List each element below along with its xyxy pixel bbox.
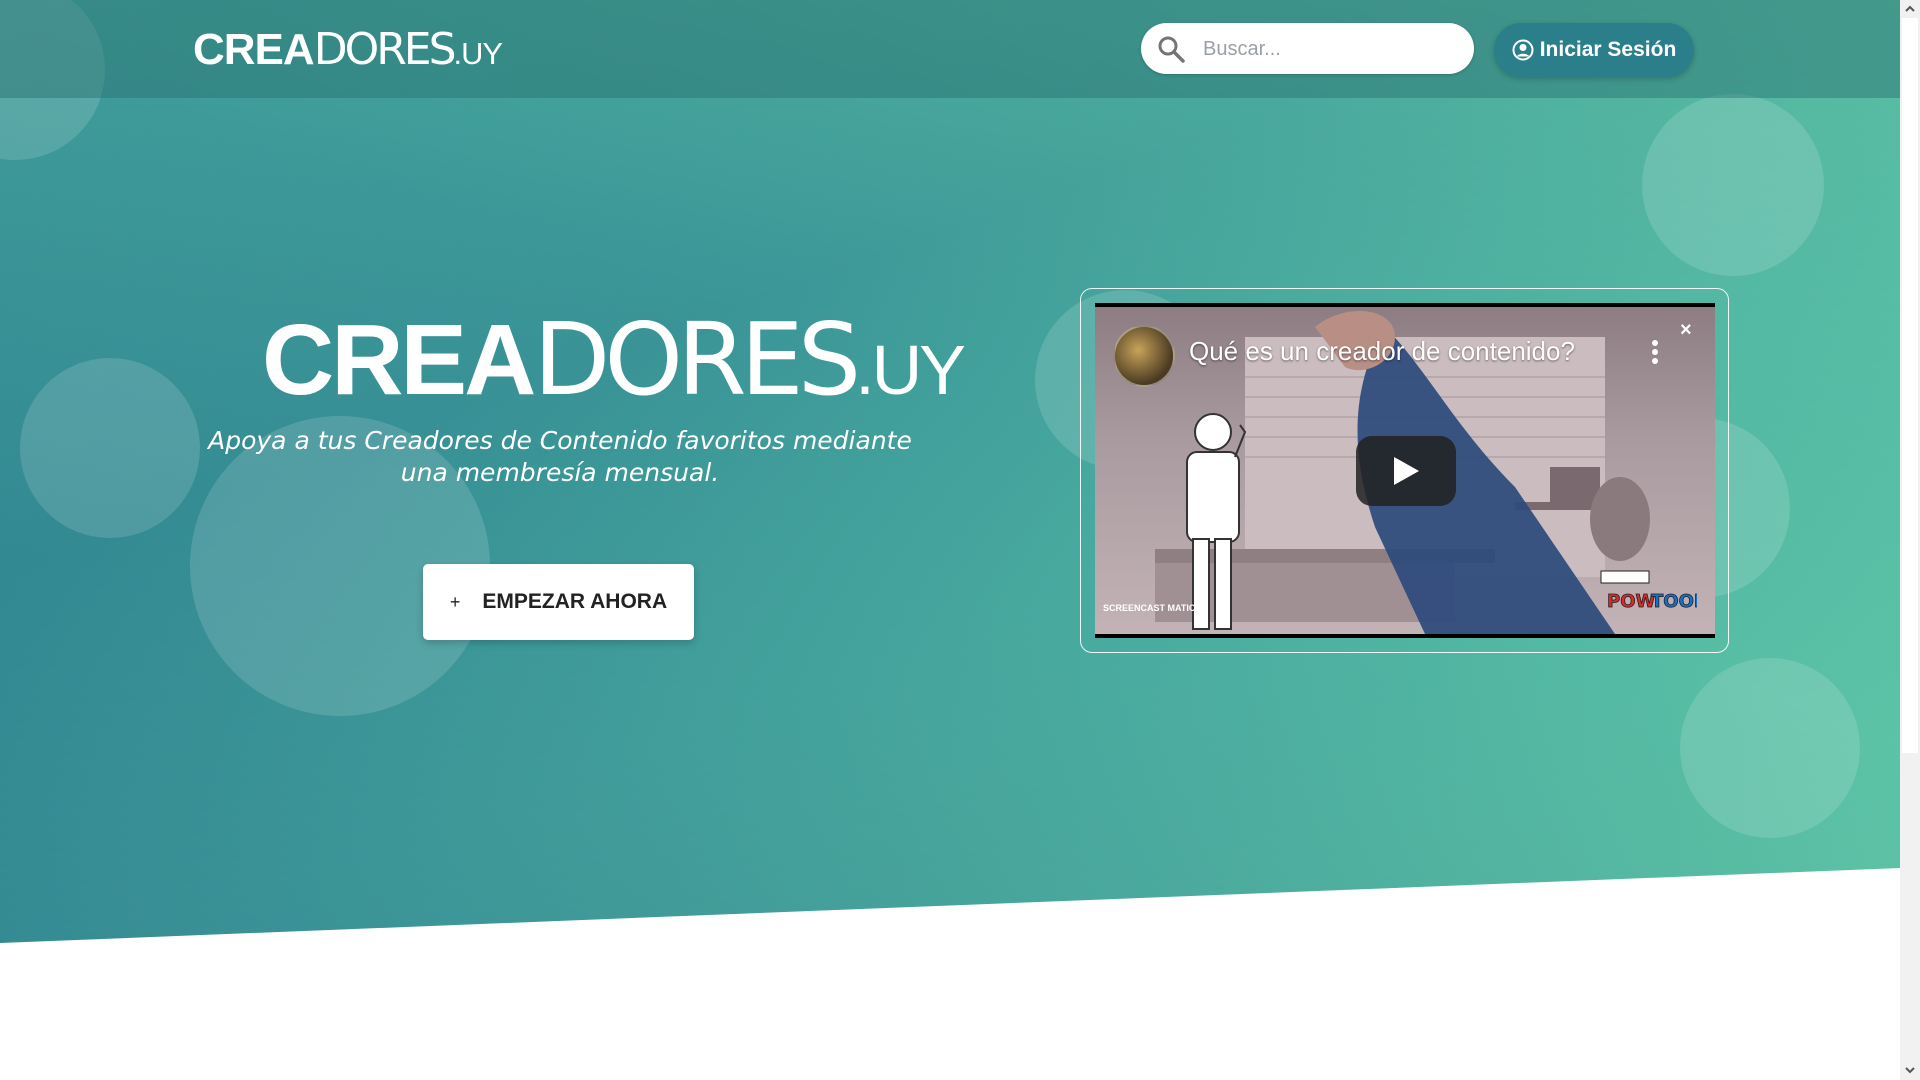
screencast-watermark: SCREENCAST MATIC xyxy=(1103,603,1196,613)
login-button[interactable]: Iniciar Sesión xyxy=(1494,23,1694,77)
scroll-down-icon[interactable] xyxy=(1904,1064,1916,1076)
top-navbar: CREADORES.UY Iniciar Sesión xyxy=(0,0,1900,98)
hero-tagline: Apoya a tus Creadores de Contenido favor… xyxy=(208,426,912,487)
plus-icon: + xyxy=(449,591,461,612)
start-now-button[interactable]: + EMPEZAR AHORA xyxy=(423,564,694,640)
more-options-icon[interactable] xyxy=(1650,339,1660,365)
video-player[interactable]: Qué es un creador de contenido? × SCREEN… xyxy=(1095,303,1715,638)
video-title[interactable]: Qué es un creador de contenido? xyxy=(1189,336,1575,367)
search-icon xyxy=(1158,36,1185,63)
user-circle-icon xyxy=(1512,39,1534,61)
svg-text:POW: POW xyxy=(1607,591,1655,612)
start-now-label: EMPEZAR AHORA xyxy=(482,590,668,613)
powtoon-logo: POW TOON xyxy=(1600,570,1697,612)
site-logo[interactable]: CREADORES.UY xyxy=(193,22,503,82)
page-scrollbar[interactable] xyxy=(1900,0,1920,1080)
login-button-label: Iniciar Sesión xyxy=(1539,38,1677,61)
channel-avatar[interactable] xyxy=(1113,325,1175,387)
close-icon[interactable]: × xyxy=(1680,319,1692,342)
search-input[interactable] xyxy=(1201,31,1465,67)
play-button[interactable] xyxy=(1356,436,1456,506)
play-icon xyxy=(1394,457,1419,485)
scroll-up-icon[interactable] xyxy=(1904,3,1916,15)
search-box[interactable] xyxy=(1141,23,1474,74)
scrollbar-thumb[interactable] xyxy=(1902,18,1918,753)
hero-logo: CREADORES.UY xyxy=(262,301,966,418)
svg-text:TOON: TOON xyxy=(1651,591,1697,612)
